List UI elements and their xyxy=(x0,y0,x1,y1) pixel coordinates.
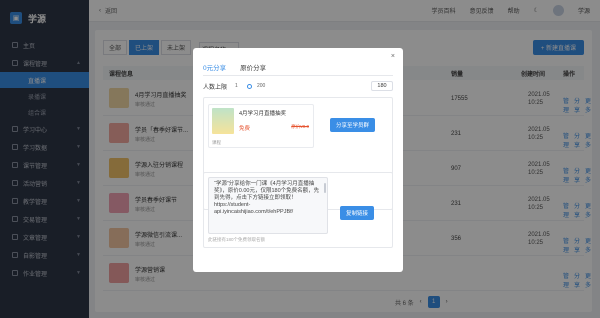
share-to-group-button[interactable]: 分享至学员群 xyxy=(330,118,376,132)
copy-link-button[interactable]: 复制链接 xyxy=(340,206,375,220)
close-icon[interactable]: × xyxy=(391,53,395,60)
tab-free-share[interactable]: 0元分享 xyxy=(203,62,227,76)
quota-row: 人数上限 1 200 180 xyxy=(203,81,393,91)
quota-hint: 此链接有180个免费领取名额 xyxy=(208,237,266,242)
product-card: 4月学习月直播抽奖 免费 原价¥0.0 课程 xyxy=(208,104,314,148)
share-modal: × 0元分享 原价分享 人数上限 1 200 180 4月学习月直播抽奖 免费 … xyxy=(193,48,403,272)
share-link-text[interactable]: “学源”分享给你一门课《4月学习月直播抽奖》，原价0.00元，仅限180个免费名… xyxy=(208,177,328,234)
link-card: “学源”分享给你一门课《4月学习月直播抽奖》，原价0.00元，仅限180个免费名… xyxy=(203,172,393,248)
slider-max: 200 xyxy=(257,83,266,89)
tab-original-price-share[interactable]: 原价分享 xyxy=(240,62,266,76)
share-tabs: 0元分享 原价分享 xyxy=(203,62,266,76)
product-title: 4月学习月直播抽奖 xyxy=(239,111,287,117)
quota-value-input[interactable]: 180 xyxy=(371,81,393,91)
product-price: 免费 xyxy=(239,126,251,132)
quota-slider[interactable]: 1 200 xyxy=(235,81,355,91)
product-original-price: 原价¥0.0 xyxy=(291,124,309,129)
tab-divider xyxy=(203,75,393,76)
scrollbar[interactable] xyxy=(324,183,326,193)
product-thumbnail xyxy=(212,108,234,134)
quota-label: 人数上限 xyxy=(203,84,228,91)
product-category: 课程 xyxy=(212,140,221,145)
slider-handle[interactable] xyxy=(247,83,252,89)
slider-min: 1 xyxy=(235,83,238,89)
